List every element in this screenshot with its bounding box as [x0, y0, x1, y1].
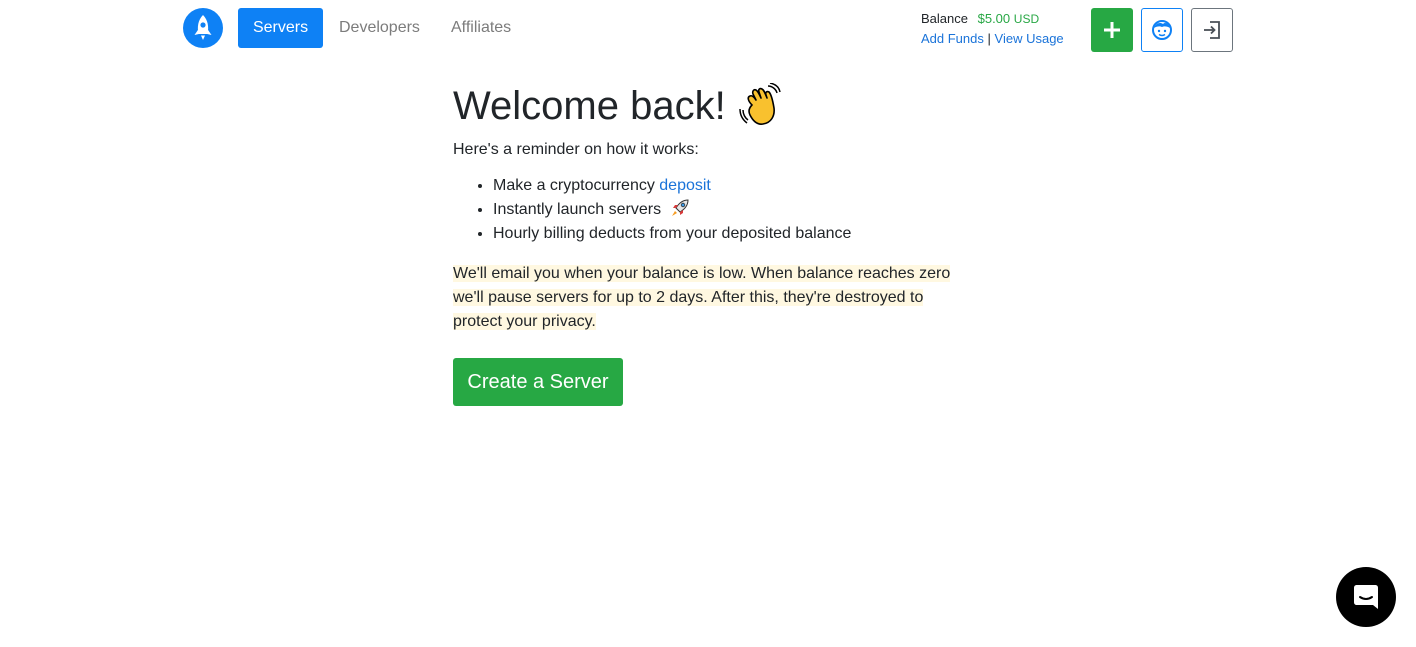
add-funds-link[interactable]: Add Funds [921, 31, 984, 46]
list-item: Instantly launch servers [493, 198, 953, 222]
balance-amount: $5.00 [977, 11, 1011, 26]
balance-currency: USD [1013, 12, 1040, 26]
logout-button[interactable] [1191, 8, 1233, 52]
welcome-section: Welcome back! Here's a reminder on how i… [453, 78, 953, 334]
chat-launcher-button[interactable] [1336, 567, 1396, 627]
list-item: Make a cryptocurrency deposit [493, 174, 953, 198]
balance-warning: We'll email you when your balance is low… [453, 262, 953, 334]
add-server-button[interactable] [1091, 8, 1133, 52]
plus-icon [1104, 22, 1120, 38]
rocket-emoji-icon [670, 198, 690, 218]
tab-affiliates[interactable]: Affiliates [435, 8, 527, 48]
chat-icon [1354, 585, 1378, 609]
step1-text: Make a cryptocurrency [493, 177, 660, 194]
rocket-logo-icon[interactable] [183, 8, 223, 48]
top-navbar: Servers Developers Affiliates Balance $5… [0, 0, 1416, 58]
tab-developers[interactable]: Developers [323, 8, 436, 48]
tab-servers[interactable]: Servers [238, 8, 323, 48]
balance-panel: Balance $5.00 USD Add Funds | View Usage [921, 9, 1064, 49]
page-title: Welcome back! [453, 78, 953, 134]
create-server-button[interactable]: Create a Server [453, 358, 623, 406]
step3-text: Hourly billing deducts from your deposit… [493, 225, 852, 242]
link-separator: | [987, 31, 991, 46]
view-usage-link[interactable]: View Usage [995, 31, 1064, 46]
steps-list: Make a cryptocurrency deposit Instantly … [453, 174, 953, 246]
intro-text: Here's a reminder on how it works: [453, 141, 699, 158]
warning-text: We'll email you when your balance is low… [453, 265, 951, 330]
page-title-text: Welcome back! [453, 84, 726, 128]
account-button[interactable] [1141, 8, 1183, 52]
step2-text: Instantly launch servers [493, 201, 662, 218]
waving-hand-icon [738, 82, 784, 129]
list-item: Hourly billing deducts from your deposit… [493, 222, 953, 246]
account-face-icon [1152, 20, 1172, 40]
balance-label: Balance [921, 11, 968, 26]
deposit-link[interactable]: deposit [659, 177, 711, 194]
logout-icon [1204, 21, 1220, 39]
